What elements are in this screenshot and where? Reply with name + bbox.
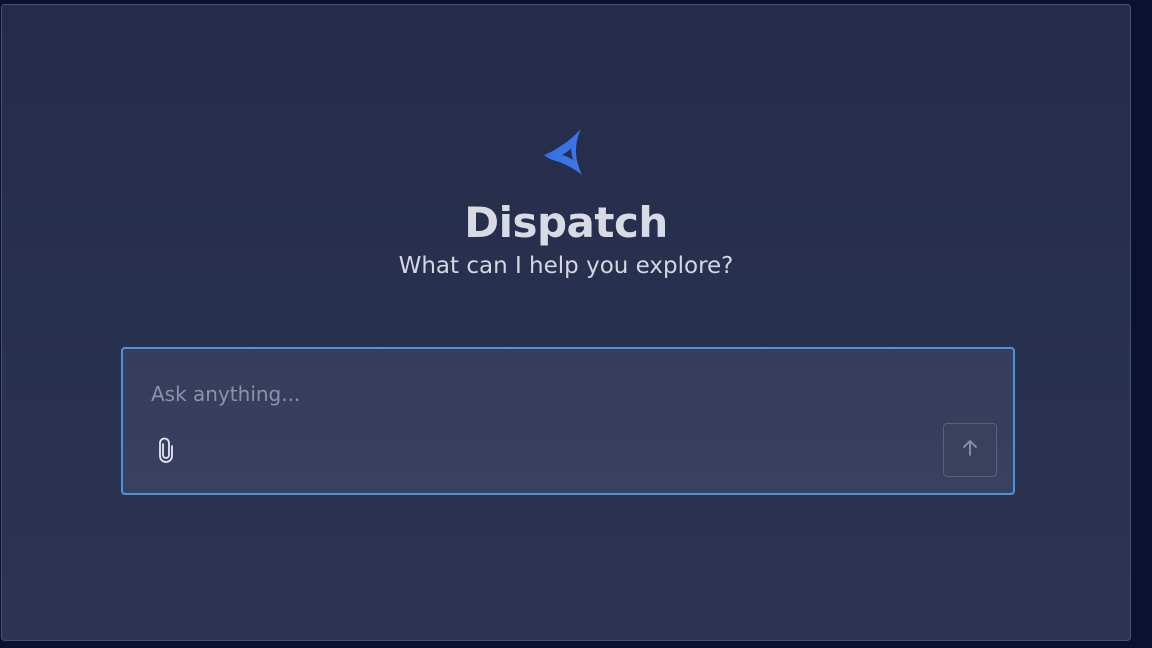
prompt-box bbox=[121, 347, 1015, 495]
app-title: Dispatch bbox=[464, 198, 668, 247]
attach-button[interactable] bbox=[153, 437, 179, 467]
arrow-up-icon bbox=[960, 438, 980, 462]
prompt-input[interactable] bbox=[151, 377, 911, 411]
send-button[interactable] bbox=[943, 423, 997, 477]
app-subtitle: What can I help you explore? bbox=[398, 253, 734, 279]
app-window: Dispatch What can I help you explore? bbox=[1, 4, 1131, 641]
dispatch-logo-icon bbox=[540, 125, 588, 179]
paperclip-icon bbox=[158, 437, 174, 467]
